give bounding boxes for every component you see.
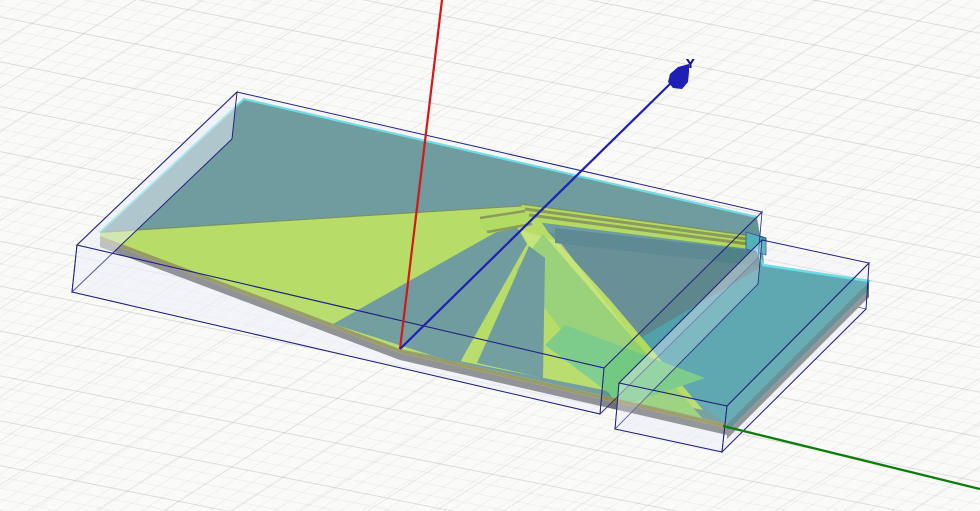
model-canvas[interactable]: Y — [0, 0, 980, 511]
modeler-viewport[interactable]: Y — [0, 0, 980, 511]
x-axis-line — [722, 424, 980, 491]
y-axis-label: Y — [685, 57, 695, 71]
